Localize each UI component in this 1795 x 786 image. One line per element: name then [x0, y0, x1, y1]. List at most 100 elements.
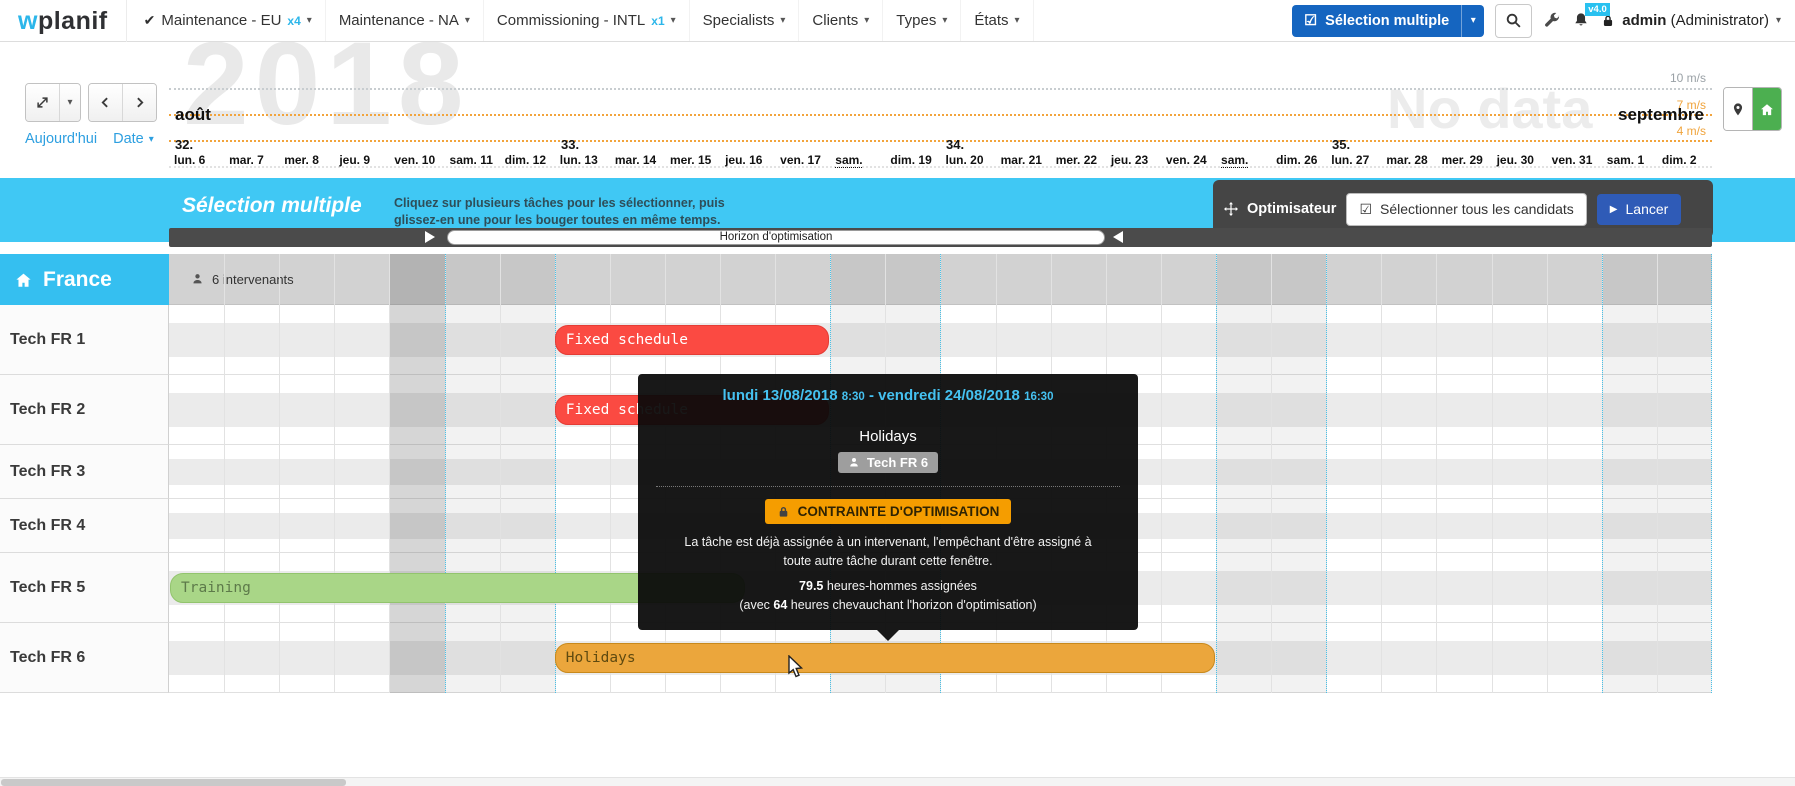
caret-down-icon: ▾ [307, 15, 312, 26]
day-label: jeu. 9 [339, 153, 370, 167]
row-label-tech-fr-3: Tech FR 3 [0, 445, 169, 499]
day-label: mar. 7 [229, 153, 264, 167]
day-label: lun. 6 [174, 153, 205, 167]
month-label-august: août [175, 105, 211, 125]
optimization-horizon-strip: Horizon d'optimisation [169, 228, 1712, 247]
home-view-button[interactable] [1753, 88, 1781, 130]
version-badge: v4.0 [1585, 3, 1610, 16]
timeline-nav-controls: ▾ [25, 83, 157, 122]
day-label: sam. 1 [1607, 153, 1644, 167]
group-header-france[interactable]: France [0, 254, 169, 305]
checkbox-icon: ☑ [1359, 201, 1372, 218]
horizontal-scrollbar [0, 777, 1795, 786]
day-label: sam. [835, 153, 862, 167]
tooltip-assignee-name: Tech FR 6 [867, 455, 928, 470]
today-link[interactable]: Aujourd'hui [25, 131, 97, 147]
task-bar-fixed-schedule[interactable]: Fixed schedule [555, 325, 830, 355]
day-label: lun. 27 [1331, 153, 1369, 167]
wplanif-app: wplanif ✔Maintenance - EUx4▾Maintenance … [0, 0, 1795, 786]
select-all-label: Sélectionner tous les candidats [1380, 201, 1574, 217]
row-label-tech-fr-6: Tech FR 6 [0, 623, 169, 693]
map-toggle-group [1723, 87, 1782, 131]
range-caret-button[interactable]: ▾ [60, 84, 80, 121]
menu-label: Maintenance - NA [339, 12, 459, 29]
menu-item-specialists[interactable]: Specialists▾ [690, 0, 800, 41]
search-icon [1505, 12, 1522, 29]
group-info-text: 6 intervenants [212, 272, 294, 287]
menu-item-maintenance-eu[interactable]: ✔Maintenance - EUx4▾ [131, 0, 326, 41]
home-icon [14, 271, 33, 289]
caret-down-icon: ▾ [1015, 15, 1020, 26]
logo-w: w [18, 7, 38, 35]
day-label: ven. 24 [1166, 153, 1207, 167]
day-label: mar. 28 [1386, 153, 1427, 167]
caret-down-icon: ▾ [942, 15, 947, 26]
row-slot-band [169, 323, 1712, 357]
tooltip-separator [656, 486, 1120, 487]
optimizer-label: Optimisateur [1247, 201, 1336, 217]
task-bar-holidays[interactable]: Holidays [555, 643, 1215, 673]
prev-next-button-group [88, 83, 157, 122]
play-icon: ▶ [1610, 204, 1618, 215]
menu-label: Clients [812, 12, 858, 29]
notifications-button[interactable]: v4.0 [1572, 11, 1590, 30]
settings-wrench-button[interactable] [1543, 12, 1561, 30]
day-label: jeu. 30 [1497, 153, 1534, 167]
day-label: mer. 22 [1056, 153, 1097, 167]
horizontal-scrollbar-thumb[interactable] [1, 779, 346, 786]
tooltip-body: La tâche est déjà assignée à un interven… [656, 533, 1120, 572]
menu-item-clients[interactable]: Clients ▾ [799, 0, 883, 41]
week-number: 33. [561, 137, 579, 152]
windspeed-line-4 [169, 140, 1712, 142]
map-pin-button[interactable] [1724, 88, 1753, 130]
select-all-candidates-button[interactable]: ☑ Sélectionner tous les candidats [1346, 193, 1586, 226]
day-label: dim. 12 [505, 153, 546, 167]
chevron-left-icon [99, 95, 112, 110]
checkbox-icon: ☑ [1304, 13, 1317, 29]
caret-down-icon: ▾ [149, 134, 154, 145]
menu-item-maintenance-na[interactable]: Maintenance - NA▾ [326, 0, 484, 41]
tooltip-assignee-badge: Tech FR 6 [838, 452, 938, 473]
day-label: jeu. 16 [725, 153, 762, 167]
day-label: dim. 26 [1276, 153, 1317, 167]
optimization-horizon-handle[interactable]: Horizon d'optimisation [447, 230, 1105, 245]
selection-multiple-label: Sélection multiple [1325, 13, 1449, 29]
row-label-tech-fr-2: Tech FR 2 [0, 375, 169, 445]
horizon-arrow-left-icon[interactable] [1113, 231, 1123, 243]
group-info-strip: 6 intervenants [169, 254, 1712, 305]
week-number: 32. [175, 137, 193, 152]
menu-item--tats[interactable]: États▾ [961, 0, 1033, 41]
menu-label: Types [896, 12, 936, 29]
person-icon [191, 272, 204, 286]
selection-multiple-button[interactable]: ☑ Sélection multiple [1292, 5, 1461, 37]
date-dropdown-link[interactable]: Date▾ [113, 131, 154, 147]
caret-down-icon: ▾ [1776, 15, 1781, 26]
tooltip-hours: 79.5 heures-hommes assignées [656, 579, 1120, 593]
day-label: dim. 19 [890, 153, 931, 167]
no-data-watermark: No data [1387, 76, 1592, 141]
tooltip-task-name: Holidays [656, 428, 1120, 445]
optimizer-menu[interactable]: Optimisateur [1223, 201, 1336, 217]
next-period-button[interactable] [123, 84, 156, 121]
expand-range-button[interactable] [26, 84, 60, 121]
day-label: ven. 10 [394, 153, 435, 167]
menu-item-types[interactable]: Types ▾ [883, 0, 961, 41]
menu-label: Commissioning - INTL [497, 12, 645, 29]
menu-item-commissioning-intl[interactable]: Commissioning - INTLx1▾ [484, 0, 690, 41]
launch-button[interactable]: ▶ Lancer [1597, 194, 1682, 225]
day-label: lun. 13 [560, 153, 598, 167]
caret-down-icon: ▾ [864, 15, 869, 26]
week-number: 35. [1332, 137, 1350, 152]
banner-description-line1: Cliquez sur plusieurs tâches pour les sé… [394, 195, 725, 212]
launch-label: Lancer [1626, 201, 1669, 217]
selection-multiple-caret-button[interactable]: ▾ [1461, 5, 1484, 37]
app-logo[interactable]: wplanif [18, 0, 127, 42]
row-content-1[interactable] [169, 305, 1712, 375]
day-label: ven. 31 [1552, 153, 1593, 167]
user-menu[interactable]: admin (Administrator) ▾ [1601, 12, 1781, 29]
navbar-right: ☑ Sélection multiple ▾ v4.0 admin (Admin… [1292, 4, 1781, 38]
search-button[interactable] [1495, 4, 1532, 38]
horizon-arrow-right-icon[interactable] [425, 231, 435, 243]
tooltip-body-line1: La tâche est déjà assignée à un interven… [656, 533, 1120, 552]
previous-period-button[interactable] [89, 84, 123, 121]
